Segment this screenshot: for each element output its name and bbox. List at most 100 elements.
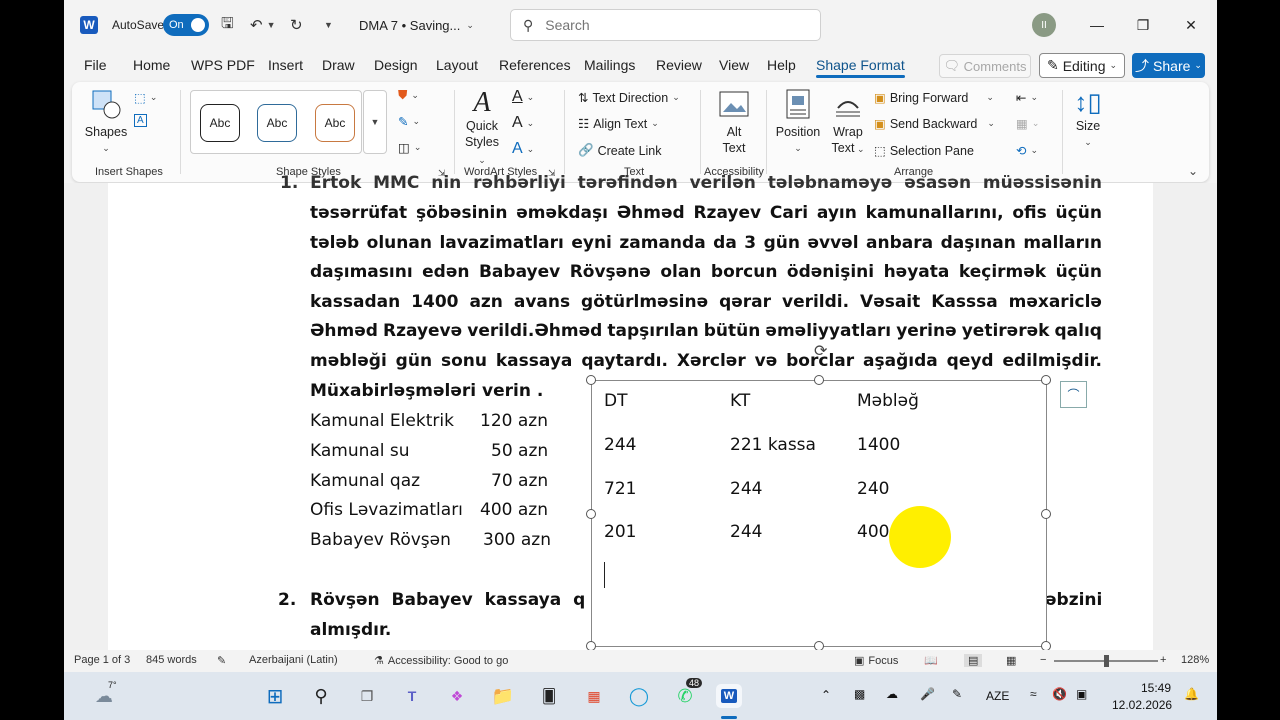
rotate-button[interactable]: ⟲ ⌄	[1016, 143, 1038, 158]
web-layout-icon[interactable]: ▦	[1006, 654, 1016, 667]
clock-date[interactable]: 12.02.2026	[1112, 698, 1172, 712]
text-direction-button[interactable]: ⇅ Text Direction ⌄	[578, 90, 680, 106]
clock-time[interactable]: 15:49	[1141, 681, 1171, 695]
position-button[interactable]: Position ⌄	[772, 88, 824, 156]
accessibility-status[interactable]: ⚗ Accessibility: Good to go	[374, 654, 508, 668]
align-text-button[interactable]: ☷ Align Text ⌄	[578, 116, 659, 132]
word-count[interactable]: 845 words	[146, 654, 197, 666]
align-objects-button[interactable]: ⇤ ⌄	[1016, 90, 1038, 105]
redo-icon[interactable]: ↻	[290, 16, 303, 34]
notifications-icon[interactable]: 🔔	[1184, 687, 1199, 701]
weather-widget[interactable]: ☁ 7°	[84, 680, 124, 708]
search-box[interactable]: ⚲	[510, 9, 821, 41]
selection-pane-button[interactable]: ⬚ Selection Pane	[874, 143, 974, 159]
share-button[interactable]: ⤴ Share ⌄	[1132, 53, 1205, 78]
tab-references[interactable]: References	[499, 57, 571, 73]
zoom-slider-thumb[interactable]	[1104, 655, 1109, 667]
quick-styles-button[interactable]: A Quick Styles ⌄	[460, 88, 504, 168]
read-mode-icon[interactable]: 📖	[924, 654, 938, 667]
tab-insert[interactable]: Insert	[268, 57, 303, 73]
editing-button[interactable]: ✎ Editing ⌄	[1039, 53, 1125, 78]
close-icon[interactable]: ✕	[1168, 17, 1214, 34]
edit-shape-button[interactable]: ⬚ ⌄	[134, 90, 157, 105]
autosave-toggle[interactable]: On	[163, 14, 209, 36]
tab-review[interactable]: Review	[656, 57, 702, 73]
resize-handle[interactable]	[586, 375, 596, 385]
proofing-icon[interactable]: ✎	[217, 654, 226, 667]
task-view-button[interactable]: ❐	[354, 684, 380, 708]
page-count[interactable]: Page 1 of 3	[74, 654, 130, 666]
shape-style-3[interactable]: Abc	[315, 104, 355, 142]
edge-app[interactable]: ◯	[626, 684, 652, 708]
collapse-ribbon-icon[interactable]: ⌄	[1188, 164, 1198, 178]
zoom-out-icon[interactable]: −	[1040, 654, 1046, 666]
battery-icon[interactable]: ▣	[1076, 687, 1087, 701]
file-explorer-app[interactable]: 📁	[490, 684, 516, 708]
pen-icon[interactable]: ✎	[952, 687, 962, 701]
customize-toolbar-icon[interactable]: ▼	[324, 20, 333, 30]
tab-wps-pdf[interactable]: WPS PDF	[191, 57, 255, 73]
wrap-text-button[interactable]: Wrap Text ⌄	[826, 88, 870, 157]
shape-fill-button[interactable]: ⛊ ⌄	[398, 88, 419, 103]
selected-textbox[interactable]: ⟳ DT KT Məbləğ 244 221 kassa 1400 721 24…	[586, 343, 1051, 651]
solitaire-app[interactable]: 🂠	[536, 684, 562, 708]
create-link-button[interactable]: 🔗 Create Link	[578, 143, 662, 158]
search-taskbar-button[interactable]: ⚲	[308, 684, 334, 708]
print-layout-icon[interactable]: ▤	[964, 654, 983, 667]
zoom-in-icon[interactable]: +	[1160, 654, 1166, 666]
whatsapp-app[interactable]: ✆ 48	[672, 678, 703, 708]
save-icon[interactable]: 🖫	[221, 13, 234, 38]
microphone-icon[interactable]: 🎤	[920, 687, 935, 701]
tab-view[interactable]: View	[719, 57, 749, 73]
shape-style-1[interactable]: Abc	[200, 104, 240, 142]
tray-app-icon[interactable]: ▩	[854, 687, 865, 701]
document-page[interactable]: 1. Ertok MMC nin rəhbərliyi tərəfindən verilən…	[108, 173, 1153, 651]
resize-handle[interactable]	[1041, 509, 1051, 519]
zoom-level[interactable]: 128%	[1181, 654, 1209, 666]
tab-mailings[interactable]: Mailings	[584, 57, 635, 73]
shape-style-2[interactable]: Abc	[257, 104, 297, 142]
alt-text-button[interactable]: Alt Text	[712, 90, 756, 156]
size-button[interactable]: ↕▯ Size ⌄	[1068, 86, 1108, 150]
undo-dropdown-icon[interactable]: ▼	[267, 20, 276, 30]
shapes-button[interactable]: Shapes ⌄	[84, 88, 128, 156]
store-app[interactable]: ▦	[581, 684, 607, 708]
title-chevron-icon[interactable]: ⌄	[466, 20, 474, 31]
resize-handle[interactable]	[814, 375, 824, 385]
restore-icon[interactable]: ❐	[1120, 17, 1166, 34]
send-backward-button[interactable]: ▣ Send Backward ⌄	[874, 116, 995, 132]
rotate-handle-icon[interactable]: ⟳	[814, 341, 827, 361]
text-fill-button[interactable]: A ⌄	[512, 88, 534, 106]
search-input[interactable]	[545, 17, 786, 33]
volume-icon[interactable]: 🔇	[1052, 687, 1067, 701]
tab-shape-format[interactable]: Shape Format	[816, 57, 905, 78]
layout-options-button[interactable]: ⌒	[1060, 381, 1087, 408]
onedrive-icon[interactable]: ☁	[886, 687, 898, 701]
group-objects-button[interactable]: ▦ ⌄	[1016, 116, 1039, 131]
tab-file[interactable]: File	[84, 57, 107, 73]
document-title[interactable]: DMA 7 • Saving...	[359, 18, 460, 33]
tab-design[interactable]: Design	[374, 57, 418, 73]
word-app[interactable]: W	[716, 684, 742, 708]
tab-layout[interactable]: Layout	[436, 57, 478, 73]
wifi-icon[interactable]: ≈	[1030, 687, 1037, 701]
minimize-icon[interactable]: —	[1074, 17, 1120, 33]
language[interactable]: Azerbaijani (Latin)	[249, 654, 338, 666]
resize-handle[interactable]	[586, 509, 596, 519]
focus-button[interactable]: ▣ Focus	[854, 654, 898, 668]
bring-forward-button[interactable]: ▣ Bring Forward ⌄	[874, 90, 994, 106]
tab-home[interactable]: Home	[133, 57, 170, 73]
resize-handle[interactable]	[1041, 375, 1051, 385]
shape-outline-button[interactable]: ✎ ⌄	[398, 114, 420, 129]
draw-textbox-button[interactable]: A	[134, 114, 147, 127]
shape-effects-button[interactable]: ◫ ⌄	[398, 140, 421, 155]
shape-styles-more-button[interactable]: ▼	[363, 90, 387, 154]
tray-chevron-icon[interactable]: ⌃	[821, 688, 831, 702]
undo-icon[interactable]: ↶	[250, 16, 263, 34]
copilot-app[interactable]: ❖	[444, 684, 470, 708]
tab-draw[interactable]: Draw	[322, 57, 355, 73]
teams-app[interactable]: T	[399, 684, 425, 708]
avatar[interactable]: II	[1032, 13, 1056, 37]
start-button[interactable]: ⊞	[262, 684, 288, 708]
comments-button[interactable]: 🗨 Comments	[939, 54, 1031, 78]
